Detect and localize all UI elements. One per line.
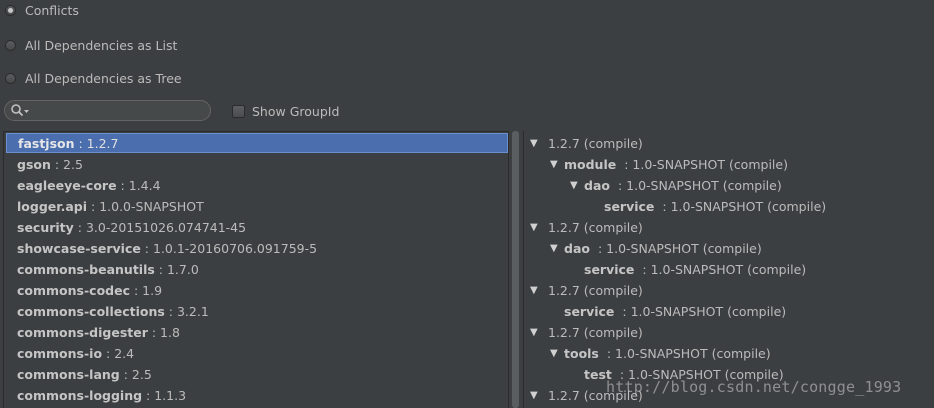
dependency-name: eagleeye-core xyxy=(17,177,117,193)
show-groupid-label: Show GroupId xyxy=(252,103,340,119)
dependency-name: fastjson xyxy=(18,135,75,151)
dependency-list-item[interactable]: gson : 2.5 xyxy=(6,154,508,174)
dependency-version: : 2.5 xyxy=(119,366,152,382)
dependency-version: : 1.8 xyxy=(147,324,180,340)
search-icon[interactable] xyxy=(10,103,30,119)
dependency-list-item[interactable]: commons-digester : 1.8 xyxy=(6,322,508,342)
expand-triangle-icon[interactable]: ▼ xyxy=(550,348,564,359)
dependency-usage-tree[interactable]: ▼ 1.2.7 (compile) ▼ module : 1.0-SNAPSHOT (… xyxy=(523,131,934,408)
usage-detail: 1.2.7 (compile) xyxy=(548,324,643,340)
usage-detail: : 1.0-SNAPSHOT (compile) xyxy=(602,345,771,361)
dependency-list-item[interactable]: logger.api : 1.0.0-SNAPSHOT xyxy=(6,196,508,216)
usage-tree-node[interactable]: service : 1.0-SNAPSHOT (compile) xyxy=(550,301,786,321)
expand-triangle-icon[interactable]: ▼ xyxy=(530,390,544,401)
dependency-name: security xyxy=(17,219,74,235)
usage-module-name: dao xyxy=(584,177,610,193)
expand-triangle-icon[interactable]: ▼ xyxy=(530,138,544,149)
usage-module-name: service xyxy=(604,198,655,214)
usage-tree-node[interactable]: ▼ dao : 1.0-SNAPSHOT (compile) xyxy=(570,175,782,195)
usage-module-name: service xyxy=(584,261,635,277)
dependency-list[interactable]: fastjson : 1.2.7 gson : 2.5 eagleeye-core … xyxy=(3,131,509,408)
dependency-list-scrollbar[interactable] xyxy=(511,131,520,408)
dependency-list-item[interactable]: commons-lang : 2.5 xyxy=(6,364,508,384)
radio-indicator[interactable] xyxy=(5,39,16,51)
usage-detail: : 1.0-SNAPSHOT (compile) xyxy=(620,156,788,172)
usage-tree-node[interactable]: ▼ module : 1.0-SNAPSHOT (compile) xyxy=(550,154,788,174)
dependency-version: : 3.0-20151026.074741-45 xyxy=(73,219,247,235)
dependency-name: commons-lang xyxy=(17,366,120,382)
usage-tree-node[interactable]: ▼ 1.2.7 (compile) xyxy=(530,280,643,300)
dependency-version: : 3.2.1 xyxy=(164,303,209,319)
dependency-name: commons-digester xyxy=(17,324,148,340)
dependency-list-item[interactable]: commons-codec : 1.9 xyxy=(6,280,508,300)
dependency-list-item[interactable]: commons-logging : 1.1.3 xyxy=(6,385,508,405)
expand-triangle-icon[interactable]: ▼ xyxy=(530,327,544,338)
radio-conflicts-label: Conflicts xyxy=(25,2,79,18)
radio-conflicts[interactable]: Conflicts xyxy=(5,0,79,20)
show-groupid-checkbox[interactable]: Show GroupId xyxy=(232,102,339,120)
dependency-version: : 1.2.7 xyxy=(74,135,119,151)
dependency-list-item[interactable]: showcase-service : 1.0.1-20160706.091759… xyxy=(6,238,508,258)
dependency-version: : 1.0.0-SNAPSHOT xyxy=(87,198,204,214)
expand-triangle-icon[interactable]: ▼ xyxy=(530,222,544,233)
dependency-list-item[interactable]: commons-collections : 3.2.1 xyxy=(6,301,508,321)
usage-tree-node[interactable]: ▼ 1.2.7 (compile) xyxy=(530,322,643,342)
dependency-name: commons-logging xyxy=(17,387,143,403)
usage-detail: : 1.0-SNAPSHOT (compile) xyxy=(618,303,787,319)
usage-module-name: service xyxy=(564,303,615,319)
radio-all-dependencies-list[interactable]: All Dependencies as List xyxy=(5,35,177,55)
usage-tree-node[interactable]: ▼ 1.2.7 (compile) xyxy=(530,133,643,153)
usage-detail: 1.2.7 (compile) xyxy=(548,135,643,151)
dependency-list-item[interactable]: eagleeye-core : 1.4.4 xyxy=(6,175,508,195)
usage-detail: : 1.0-SNAPSHOT (compile) xyxy=(593,240,762,256)
checkbox-box[interactable] xyxy=(232,104,245,118)
dependency-version: : 1.1.3 xyxy=(142,387,187,403)
usage-module-name: tools xyxy=(564,345,599,361)
watermark: http://blog.csdn.net/congge_1993 xyxy=(606,378,902,396)
dependency-name: commons-beanutils xyxy=(17,261,155,277)
radio-all-dependencies-tree[interactable]: All Dependencies as Tree xyxy=(5,68,182,88)
dependency-list-item[interactable]: fastjson : 1.2.7 xyxy=(6,133,508,153)
usage-tree-node[interactable]: ▼ tools : 1.0-SNAPSHOT (compile) xyxy=(550,343,771,363)
dependency-name: showcase-service xyxy=(17,240,141,256)
dependency-list-item[interactable]: security : 3.0-20151026.074741-45 xyxy=(6,217,508,237)
dependency-version: : 2.4 xyxy=(102,345,135,361)
dependency-version: : 1.9 xyxy=(130,282,163,298)
usage-detail: : 1.0-SNAPSHOT (compile) xyxy=(658,198,827,214)
usage-module-name: module xyxy=(564,156,617,172)
radio-all-dependencies-tree-label: All Dependencies as Tree xyxy=(25,70,182,86)
scrollbar-thumb[interactable] xyxy=(512,131,519,408)
dependency-name: commons-io xyxy=(17,345,103,361)
radio-selected-dot xyxy=(8,7,13,13)
usage-tree-node[interactable]: service : 1.0-SNAPSHOT (compile) xyxy=(590,196,826,216)
radio-indicator[interactable] xyxy=(5,4,16,16)
radio-all-dependencies-list-label: All Dependencies as List xyxy=(25,37,178,53)
usage-tree-node[interactable]: ▼ dao : 1.0-SNAPSHOT (compile) xyxy=(550,238,762,258)
usage-detail: : 1.0-SNAPSHOT (compile) xyxy=(613,177,782,193)
dependency-list-item[interactable]: commons-beanutils : 1.7.0 xyxy=(6,259,508,279)
dependency-list-item[interactable]: commons-io : 2.4 xyxy=(6,343,508,363)
dependency-version: : 1.0.1-20160706.091759-5 xyxy=(140,240,318,256)
expand-triangle-icon[interactable]: ▼ xyxy=(570,180,584,191)
radio-indicator[interactable] xyxy=(5,72,16,84)
usage-tree-node[interactable]: service : 1.0-SNAPSHOT (compile) xyxy=(570,259,806,279)
usage-detail: : 1.0-SNAPSHOT (compile) xyxy=(638,261,807,277)
usage-module-name: dao xyxy=(564,240,590,256)
dependency-version: : 2.5 xyxy=(50,156,83,172)
usage-detail: 1.2.7 (compile) xyxy=(548,219,643,235)
dependency-version: : 1.4.4 xyxy=(116,177,161,193)
dependency-name: commons-collections xyxy=(17,303,165,319)
expand-triangle-icon[interactable]: ▼ xyxy=(550,243,564,254)
expand-triangle-icon[interactable]: ▼ xyxy=(550,159,564,170)
usage-tree-node[interactable]: ▼ 1.2.7 (compile) xyxy=(530,217,643,237)
dependency-name: gson xyxy=(17,156,51,172)
dependency-name: commons-codec xyxy=(17,282,130,298)
usage-detail: 1.2.7 (compile) xyxy=(548,282,643,298)
search-input[interactable] xyxy=(4,100,211,121)
dependency-name: logger.api xyxy=(17,198,88,214)
dependency-version: : 1.7.0 xyxy=(154,261,199,277)
expand-triangle-icon[interactable]: ▼ xyxy=(530,285,544,296)
